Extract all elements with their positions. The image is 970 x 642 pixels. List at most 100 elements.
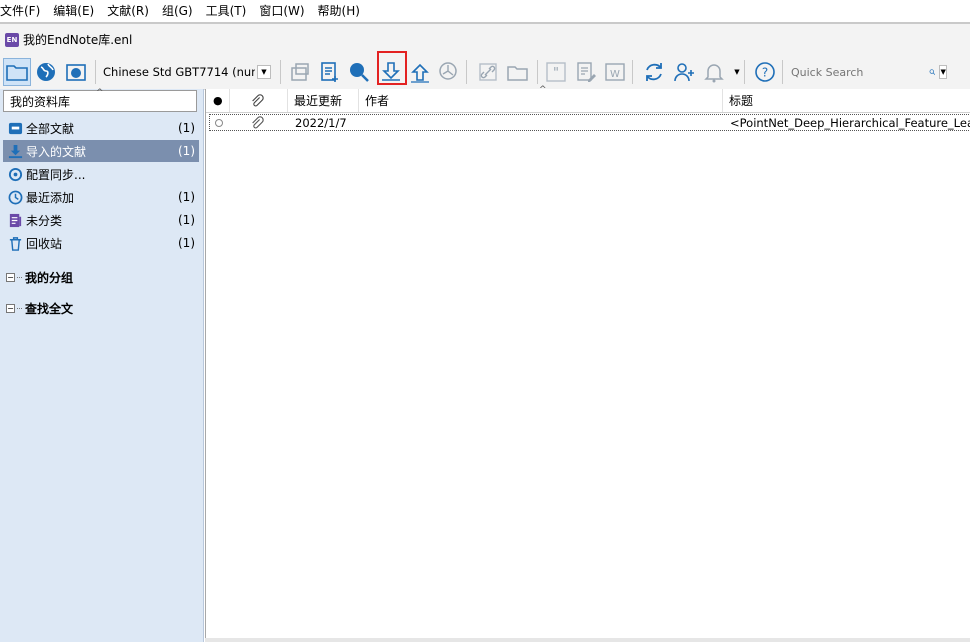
collapse-toggle-icon[interactable]: − xyxy=(6,304,15,313)
menu-help[interactable]: 帮助(H) xyxy=(318,0,367,22)
new-reference-button[interactable] xyxy=(316,58,344,86)
group-label: 回收站 xyxy=(26,236,63,251)
paperclip-icon[interactable] xyxy=(250,115,264,130)
quick-search-input[interactable] xyxy=(789,64,913,80)
library-title: 我的EndNote库.enl xyxy=(23,33,133,47)
table-row[interactable]: 2022/1/7 <PointNet_Deep_Hierarchical_Fea… xyxy=(209,114,970,131)
toolbar-separator xyxy=(466,60,467,84)
reference-list-header: ● 最近更新 作者 ^ 标题 xyxy=(206,85,970,113)
toolbar: Chinese Std GBT7714 (numeri ▼ " W xyxy=(0,55,970,90)
link-icon xyxy=(479,63,497,81)
new-reference-icon xyxy=(321,62,338,82)
recently-added-icon xyxy=(7,189,23,205)
cell-title: <PointNet_Deep_Hierarchical_Feature_Lear… xyxy=(730,115,970,130)
group-count: (1) xyxy=(178,190,195,204)
quote-icon: " xyxy=(546,62,566,82)
format-bibliography-button[interactable] xyxy=(572,58,600,86)
sort-caret-icon: ^ xyxy=(96,88,104,98)
export-arrow-up-icon xyxy=(411,63,429,83)
collapse-toggle-icon[interactable]: − xyxy=(6,273,15,282)
group-unfiled[interactable]: 未分类 (1) xyxy=(3,209,199,231)
toolbar-separator xyxy=(744,60,745,84)
group-recently-added[interactable]: 最近添加 (1) xyxy=(3,186,199,208)
word-icon: W xyxy=(605,63,625,81)
reference-list: ● 最近更新 作者 ^ 标题 2022/1/7 <PointNet_Deep_H… xyxy=(205,85,970,642)
group-label: 最近添加 xyxy=(26,190,75,205)
menu-references[interactable]: 文献(R) xyxy=(107,0,156,22)
group-count: (1) xyxy=(178,144,195,158)
group-label: 全部文献 xyxy=(26,121,75,136)
group-label: 未分类 xyxy=(26,213,63,228)
open-folder-icon xyxy=(507,66,528,81)
group-trash[interactable]: 回收站 (1) xyxy=(3,232,199,254)
column-title[interactable]: 标题 xyxy=(723,89,970,112)
group-configure-sync[interactable]: 配置同步... xyxy=(3,163,199,185)
find-full-text-button[interactable] xyxy=(435,58,463,86)
import-button-highlight xyxy=(377,51,407,85)
output-style-select[interactable]: Chinese Std GBT7714 (numeri ▼ xyxy=(103,62,273,82)
group-label: 导入的文献 xyxy=(26,144,87,159)
group-count: (1) xyxy=(178,236,195,250)
open-file-button[interactable] xyxy=(504,58,532,86)
unread-circle-icon xyxy=(214,115,224,130)
group-set-my-groups[interactable]: − 我的分组 xyxy=(6,269,73,286)
chevron-down-icon[interactable]: ▼ xyxy=(939,65,947,79)
svg-text:": " xyxy=(553,66,559,81)
cell-last-updated: 2022/1/7 xyxy=(295,115,347,130)
integrated-library-mode-button[interactable] xyxy=(62,58,90,86)
menu-window[interactable]: 窗口(W) xyxy=(259,0,311,22)
library-header-label: 我的资料库 xyxy=(10,94,71,109)
column-label: 标题 xyxy=(729,94,754,108)
copy-to-library-button[interactable] xyxy=(286,58,314,86)
unfiled-icon xyxy=(7,212,23,228)
toolbar-separator xyxy=(537,60,538,84)
open-link-button[interactable] xyxy=(474,58,502,86)
group-set-label: 我的分组 xyxy=(25,271,74,285)
toolbar-separator xyxy=(782,60,783,84)
group-label: 配置同步... xyxy=(26,167,86,182)
search-icon[interactable] xyxy=(929,65,936,79)
column-label: 作者 xyxy=(365,94,390,108)
sync-button[interactable] xyxy=(640,58,668,86)
quick-search: ▼ xyxy=(789,63,947,81)
menu-tools[interactable]: 工具(T) xyxy=(206,0,254,22)
toolbar-separator xyxy=(95,60,96,84)
toolbar-separator xyxy=(280,60,281,84)
edit-document-icon xyxy=(577,62,596,82)
menu-edit[interactable]: 编辑(E) xyxy=(53,0,101,22)
chevron-down-icon[interactable]: ▼ xyxy=(257,65,271,79)
share-library-button[interactable] xyxy=(670,58,698,86)
menu-file[interactable]: 文件(F) xyxy=(0,0,47,22)
bell-icon xyxy=(704,64,724,83)
library-globe-icon xyxy=(66,64,86,81)
online-search-mode-button[interactable] xyxy=(32,58,60,86)
column-last-updated[interactable]: 最近更新 xyxy=(288,89,359,112)
add-user-icon xyxy=(674,63,694,82)
tree-connector xyxy=(17,308,22,309)
activity-feed-button[interactable] xyxy=(700,58,728,86)
chevron-down-icon[interactable]: ▼ xyxy=(731,66,743,78)
menu-groups[interactable]: 组(G) xyxy=(162,0,200,22)
insert-citation-button[interactable]: " xyxy=(542,58,570,86)
svg-text:W: W xyxy=(610,69,620,80)
return-to-word-button[interactable]: W xyxy=(601,58,629,86)
group-all-references[interactable]: 全部文献 (1) xyxy=(3,117,199,139)
library-header[interactable]: 我的资料库 ^ xyxy=(3,88,197,112)
group-count: (1) xyxy=(178,121,195,135)
group-imported-references[interactable]: 导入的文献 (1) xyxy=(3,140,199,162)
list-bottom-edge xyxy=(205,638,970,642)
endnote-logo-icon: EN xyxy=(5,32,19,47)
local-library-mode-button[interactable] xyxy=(3,58,31,86)
help-button[interactable]: ? xyxy=(751,58,779,86)
output-style-value: Chinese Std GBT7714 (numeri xyxy=(103,65,255,79)
online-search-button[interactable] xyxy=(345,58,373,86)
find-full-text-icon xyxy=(439,62,457,80)
column-attachment[interactable] xyxy=(230,89,288,112)
column-read-status[interactable]: ● xyxy=(206,89,230,112)
column-label: 最近更新 xyxy=(294,94,343,108)
export-button[interactable] xyxy=(406,58,434,86)
group-set-find-full-text[interactable]: − 查找全文 xyxy=(6,300,73,317)
imported-references-icon xyxy=(7,143,23,159)
sort-caret-icon: ^ xyxy=(539,85,547,95)
sync-icon xyxy=(7,166,23,182)
